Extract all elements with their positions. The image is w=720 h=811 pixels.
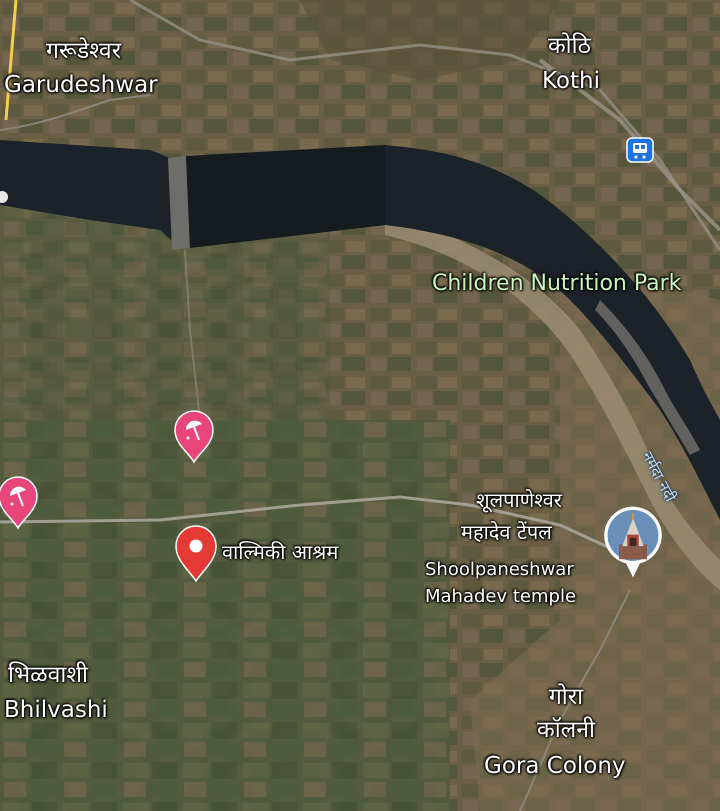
place-label-bhilvashi-local: भिळवाशी xyxy=(8,662,88,688)
temple-label-local-2: महादेव टेंपल xyxy=(461,520,552,544)
temple-icon[interactable] xyxy=(596,505,670,579)
park-label: Children Nutrition Park xyxy=(432,271,682,296)
temple-label-local-1: शूलपाणेश्वर xyxy=(476,488,562,512)
place-label-kothi-local: कोठि xyxy=(548,33,591,59)
temple-label-2: Mahadev temple xyxy=(425,586,577,607)
temple-label-1: Shoolpaneshwar xyxy=(425,559,574,580)
place-label-garudeshwar-local: गरूडेश्वर xyxy=(46,38,122,64)
place-label-gora-colony-local: गोरा कॉलनी xyxy=(537,684,595,744)
place-label-garudeshwar: Garudeshwar xyxy=(4,72,158,98)
place-label-gora-colony: Gora Colony xyxy=(484,753,626,779)
place-label-kothi: Kothi xyxy=(542,68,600,94)
transit-icon[interactable] xyxy=(626,137,654,163)
ashram-label: वाल्मिकी आश्रम xyxy=(222,540,339,564)
satellite-map[interactable] xyxy=(0,0,720,811)
greener-farmland xyxy=(0,420,450,811)
place-label-bhilvashi: Bhilvashi xyxy=(4,697,108,723)
